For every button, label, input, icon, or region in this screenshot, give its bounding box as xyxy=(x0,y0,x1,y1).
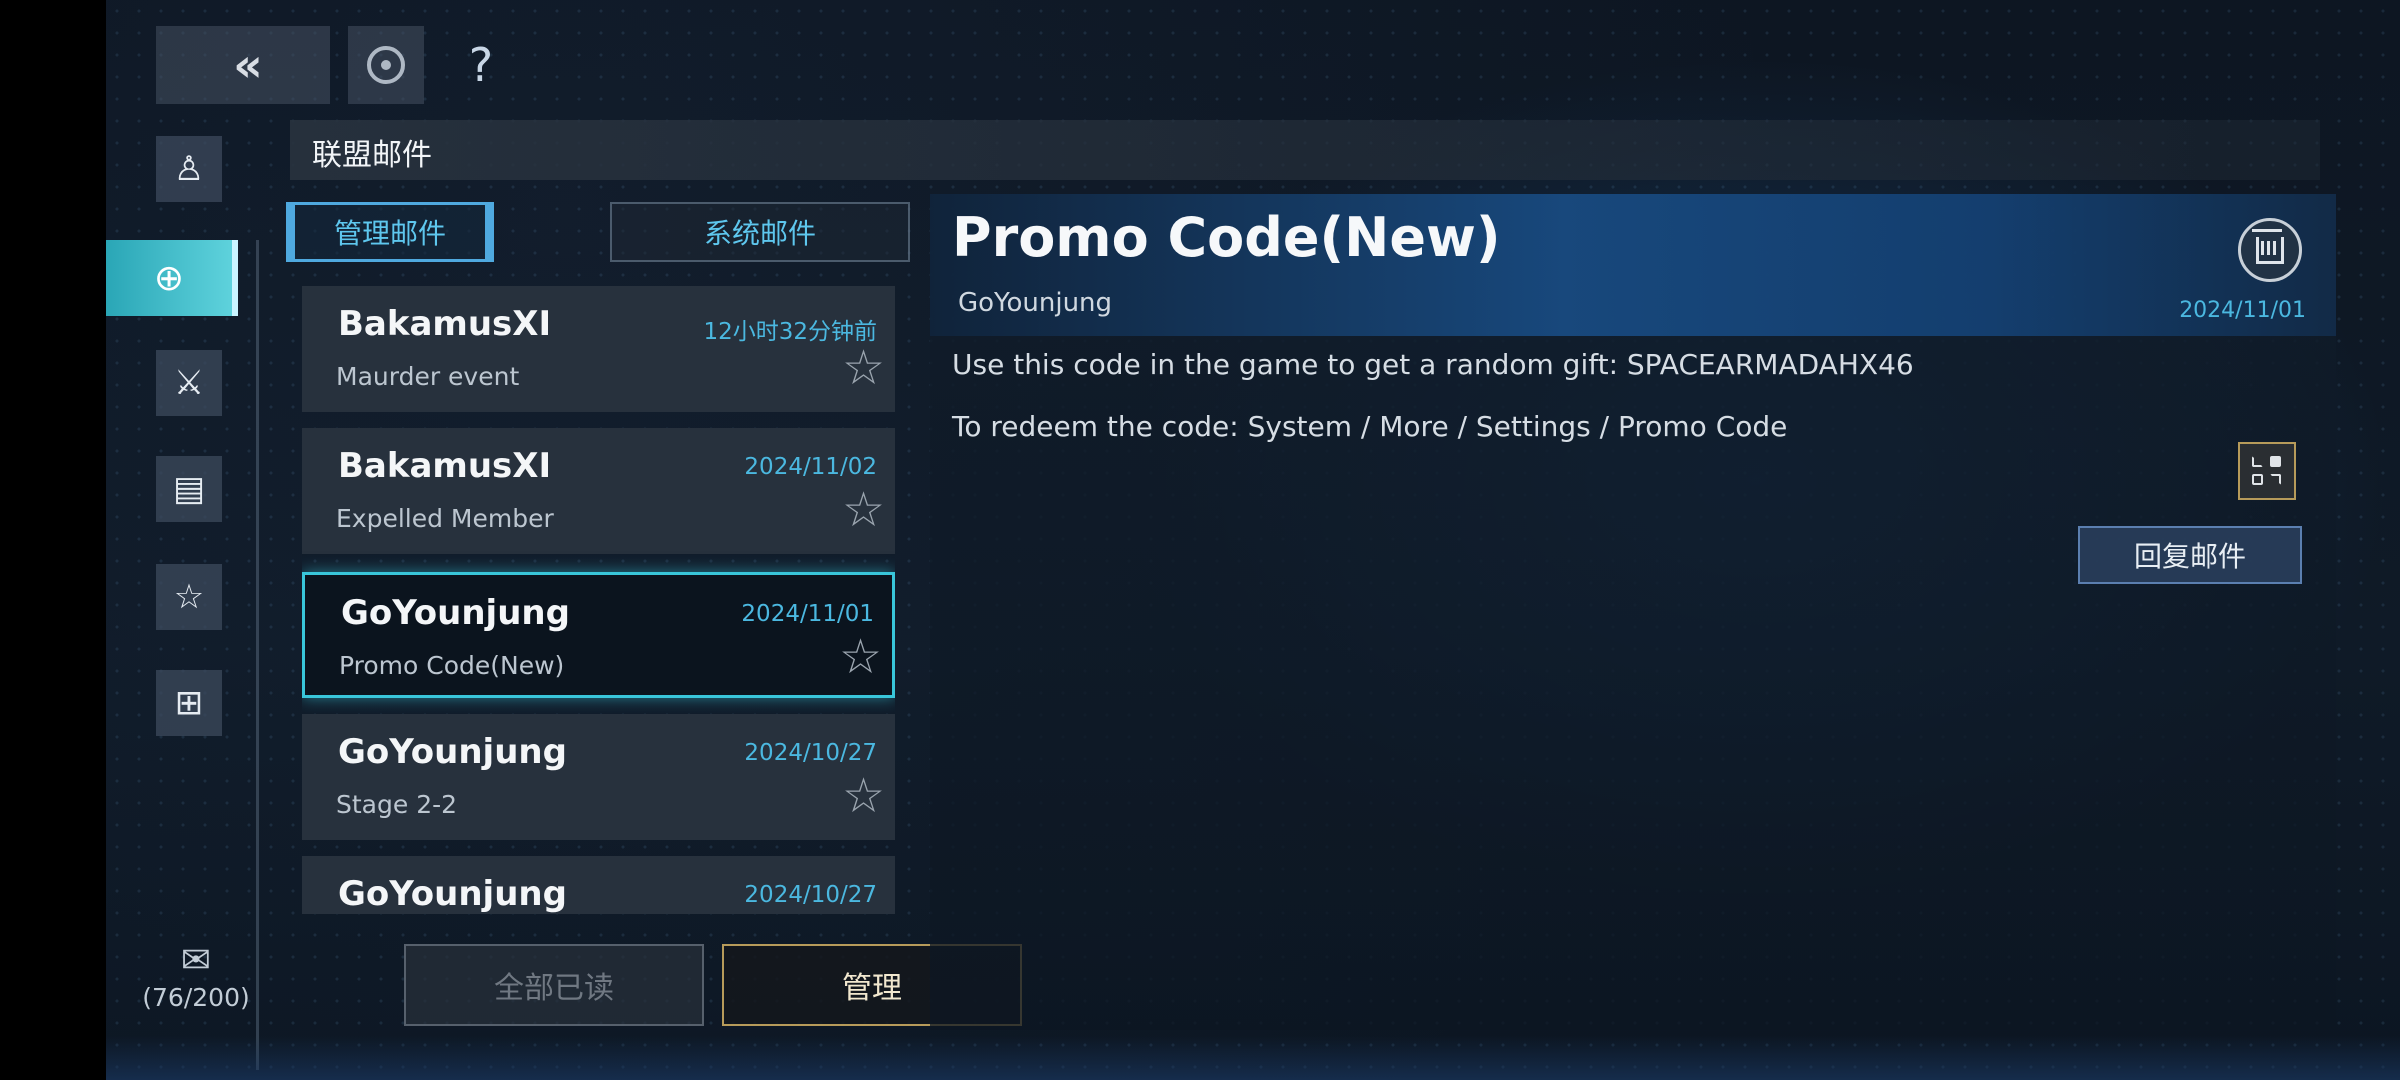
delete-mail-button[interactable] xyxy=(2238,218,2302,282)
mail-subject: Expelled Member xyxy=(336,504,554,533)
back-button[interactable]: « xyxy=(156,26,330,104)
mail-title: Promo Code(New) xyxy=(952,206,1501,269)
mail-list-item-selected[interactable]: GoYounjung 2024/11/01 Promo Code(New) ☆ xyxy=(302,572,895,698)
double-chevron-left-icon: « xyxy=(233,38,263,92)
envelope-icon: ✉ xyxy=(180,940,212,981)
mail-time: 2024/10/27 xyxy=(744,740,877,766)
star-icon[interactable]: ☆ xyxy=(842,486,885,534)
button-label: 回复邮件 xyxy=(2133,540,2246,573)
trash-icon xyxy=(2252,228,2284,264)
sidebar-item-alliance[interactable]: ⊕ xyxy=(106,240,232,316)
mail-body-line: Use this code in the game to get a rando… xyxy=(952,348,1914,381)
star-icon: ☆ xyxy=(173,577,205,617)
mail-list-item[interactable]: BakamusXI 2024/11/02 Expelled Member ☆ xyxy=(302,428,895,554)
star-icon[interactable]: ☆ xyxy=(839,633,882,681)
sidebar-item-person[interactable]: ♙ xyxy=(156,136,222,202)
star-icon[interactable]: ☆ xyxy=(842,772,885,820)
mail-sender: GoYounjung xyxy=(338,732,567,772)
mail-body-line: To redeem the code: System / More / Sett… xyxy=(952,410,1788,443)
sidebar-item-gifts[interactable]: ⊞ xyxy=(156,670,222,736)
mail-detail-panel: Promo Code(New) GoYounjung 2024/11/01 Us… xyxy=(930,194,2336,1030)
mail-subject: Stage 2-2 xyxy=(336,790,458,819)
game-screen: « ? ♙ ⊕ ⚔ ▤ ☆ ⊞ ✉ (76/200) 联盟邮件 管理邮件 系统邮… xyxy=(106,0,2400,1080)
question-icon: ? xyxy=(468,38,494,92)
sidebar-item-battle[interactable]: ⚔ xyxy=(156,350,222,416)
star-icon[interactable]: ☆ xyxy=(842,344,885,392)
person-icon: ♙ xyxy=(173,149,205,189)
reply-mail-button[interactable]: 回复邮件 xyxy=(2078,526,2302,584)
mail-sender: GoYounjung xyxy=(341,593,570,633)
mail-list-item[interactable]: GoYounjung 2024/10/27 xyxy=(302,856,895,914)
read-all-button[interactable]: 全部已读 xyxy=(404,944,704,1026)
crossed-swords-icon: ⚔ xyxy=(173,363,205,403)
translate-button[interactable] xyxy=(2238,442,2296,500)
mail-detail-date: 2024/11/01 xyxy=(2179,298,2306,323)
gift-icon: ⊞ xyxy=(174,683,204,723)
tab-manage-mail[interactable]: 管理邮件 xyxy=(286,202,494,262)
mail-sender: BakamusXI xyxy=(338,446,552,486)
translate-icon xyxy=(2252,456,2282,486)
refresh-ring-icon xyxy=(367,46,405,84)
document-icon: ▤ xyxy=(172,469,206,509)
mail-subject: Maurder event xyxy=(336,362,520,391)
mail-subject: Promo Code(New) xyxy=(339,651,565,680)
mail-list[interactable]: BakamusXI 12小时32分钟前 Maurder event ☆ Baka… xyxy=(302,286,895,914)
bottom-glow xyxy=(106,1036,2400,1080)
globe-icon: ⊕ xyxy=(153,257,185,299)
mail-time: 2024/10/27 xyxy=(744,882,877,908)
mail-sender: BakamusXI xyxy=(338,304,552,344)
sidebar-item-reports[interactable]: ▤ xyxy=(156,456,222,522)
mail-detail-header: Promo Code(New) GoYounjung 2024/11/01 xyxy=(930,194,2336,336)
mail-capacity: ✉ (76/200) xyxy=(126,940,266,1012)
mail-time: 2024/11/01 xyxy=(741,601,874,627)
mail-list-item[interactable]: GoYounjung 2024/10/27 Stage 2-2 ☆ xyxy=(302,714,895,840)
mail-sender: GoYounjung xyxy=(338,874,567,914)
button-label: 管理 xyxy=(842,971,902,1006)
button-label: 全部已读 xyxy=(494,971,614,1006)
tab-label: 系统邮件 xyxy=(703,217,816,250)
active-indicator xyxy=(232,240,238,316)
page-title: 联盟邮件 xyxy=(312,138,432,173)
page-header: 联盟邮件 xyxy=(290,120,2320,180)
sidebar-item-favorites[interactable]: ☆ xyxy=(156,564,222,630)
refresh-button[interactable] xyxy=(348,26,424,104)
mail-detail-sender: GoYounjung xyxy=(958,288,1113,318)
mail-count-text: (76/200) xyxy=(142,983,250,1012)
help-button[interactable]: ? xyxy=(446,26,516,104)
tab-system-mail[interactable]: 系统邮件 xyxy=(610,202,910,262)
mail-list-item[interactable]: BakamusXI 12小时32分钟前 Maurder event ☆ xyxy=(302,286,895,412)
mail-time: 2024/11/02 xyxy=(744,454,877,480)
tab-label: 管理邮件 xyxy=(333,217,446,250)
